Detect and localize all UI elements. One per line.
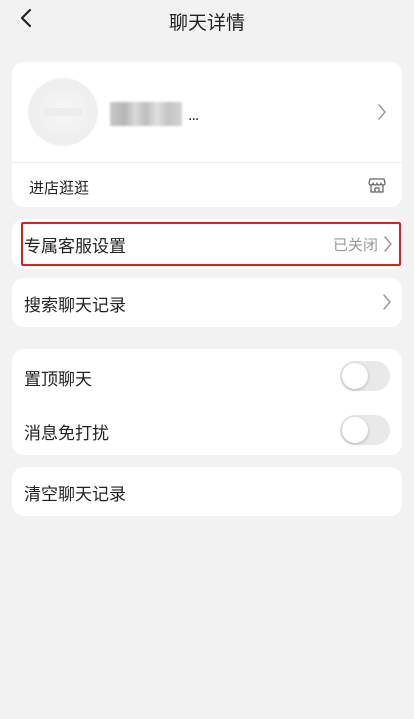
toggle-knob [342, 417, 368, 443]
service-settings-label: 专属客服设置 [24, 237, 126, 257]
store-icon [368, 178, 386, 193]
clear-history-label: 清空聊天记录 [24, 485, 126, 505]
shop-avatar [28, 78, 98, 146]
pin-chat-toggle[interactable] [340, 361, 390, 391]
search-history-label: 搜索聊天记录 [24, 296, 126, 316]
header-bar: 聊天详情 [0, 0, 414, 40]
shop-profile-row[interactable]: ... [12, 62, 402, 162]
shop-profile-card: ... 进店逛逛 [12, 62, 402, 207]
pin-chat-label: 置顶聊天 [24, 370, 92, 390]
chevron-right-icon [383, 294, 391, 310]
shop-name-blurred [110, 102, 182, 126]
clear-history-row[interactable]: 清空聊天记录 [12, 467, 402, 516]
visit-store-row[interactable]: 进店逛逛 [12, 163, 402, 207]
visit-store-label: 进店逛逛 [29, 179, 90, 197]
chevron-right-icon [378, 104, 386, 120]
page-title: 聊天详情 [168, 12, 245, 34]
toggle-knob [342, 363, 368, 389]
mute-notifications-label: 消息免打扰 [24, 424, 109, 444]
chevron-right-icon [384, 236, 392, 252]
mute-notifications-toggle[interactable] [340, 415, 390, 445]
search-history-row[interactable]: 搜索聊天记录 [12, 278, 402, 327]
service-settings-row[interactable]: 专属客服设置 已关闭 [12, 219, 402, 269]
toggle-settings-card: 置顶聊天 消息免打扰 [12, 349, 402, 455]
shop-name: ... [110, 102, 199, 126]
service-settings-value: 已关闭 [332, 236, 378, 254]
shop-name-ellipsis: ... [188, 108, 199, 124]
